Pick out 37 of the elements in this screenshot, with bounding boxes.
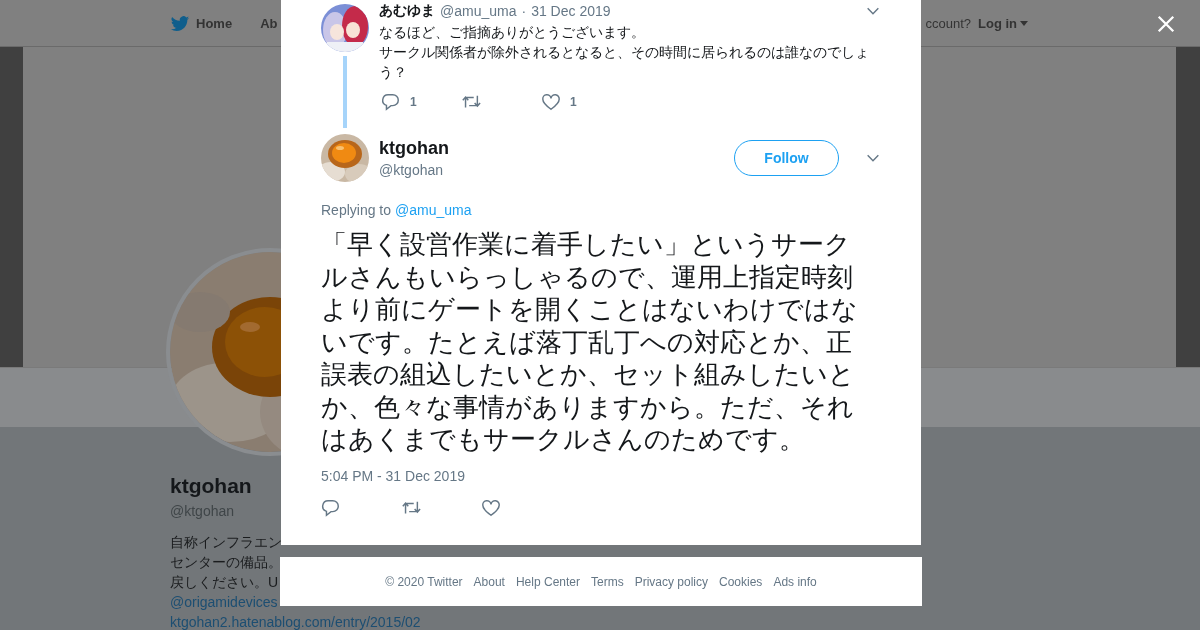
tweet-text: サークル関係者が除外されるとなると、その時間に居られるのは誰なのでしょう？ xyxy=(379,43,870,82)
footer-link[interactable]: Privacy policy xyxy=(634,574,708,589)
like-count: 1 xyxy=(570,95,577,109)
account-prompt: ccount? xyxy=(925,15,971,31)
replying-label: Replying to xyxy=(321,202,392,218)
nav-link[interactable]: Home xyxy=(170,13,233,33)
close-icon[interactable] xyxy=(1156,14,1176,34)
footer-link[interactable]: Ads info xyxy=(773,574,817,589)
author-name[interactable]: あむゆま xyxy=(379,2,435,20)
separator: · xyxy=(521,3,527,19)
bio-text: センターの備品。 xyxy=(170,553,282,572)
author-handle[interactable]: @ktgohan xyxy=(379,162,449,178)
follow-button[interactable]: Follow xyxy=(734,140,839,176)
footer-link[interactable]: © 2020 Twitter xyxy=(385,574,463,589)
bio-text: 自称インフラエン xyxy=(170,533,282,552)
mention-link[interactable]: @amu_uma xyxy=(395,202,472,218)
login-link[interactable]: Log in xyxy=(978,15,1017,31)
profile-name: ktgohan xyxy=(170,474,252,498)
tweet-text: なるほど、ご指摘ありがとうございます。 xyxy=(379,23,646,42)
author-name[interactable]: ktgohan xyxy=(379,138,449,159)
footer-link[interactable]: About xyxy=(473,574,505,589)
bio-text: 戻しください。U xyxy=(170,573,279,592)
footer-link[interactable]: Cookies xyxy=(719,574,763,589)
tweet-text: 「早く設営作業に着手したい」というサークルさんもいらっしゃるので、運用上指定時刻より前にゲートを開くことはないわけではないです。たとえば落丁乱丁への対応とか、正誤表の組込したいとか、セット組みしたいとか、色々な事情がありますから。ただ、それはあくまでもサークルさんのためです。 xyxy=(321,228,859,456)
bird-icon xyxy=(170,13,190,33)
nav-link[interactable]: Ab xyxy=(260,13,278,33)
reply-count: 1 xyxy=(410,95,417,109)
tweet-timestamp[interactable]: 5:04 PM - 31 Dec 2019 xyxy=(321,467,881,484)
tweet-date[interactable]: 31 Dec 2019 xyxy=(531,3,611,19)
like-icon[interactable] xyxy=(481,497,501,518)
reply-icon[interactable] xyxy=(381,92,401,112)
footer-link[interactable]: Help Center xyxy=(515,574,580,589)
caret-icon xyxy=(1020,20,1028,26)
footer-link[interactable]: Terms xyxy=(591,574,624,589)
like-icon[interactable] xyxy=(541,92,561,112)
reply-icon[interactable] xyxy=(321,497,341,518)
author-handle[interactable]: @amu_uma xyxy=(440,3,517,19)
